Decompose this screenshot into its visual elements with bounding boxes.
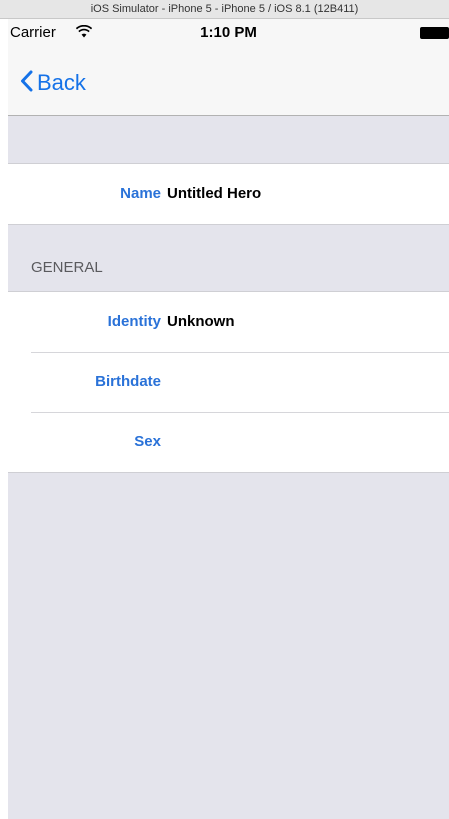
status-time: 1:10 PM (200, 24, 257, 41)
chevron-left-icon (20, 70, 33, 97)
name-label: Name (120, 185, 161, 202)
navigation-bar: Back (8, 45, 449, 116)
simulator-title-bar: iOS Simulator - iPhone 5 - iPhone 5 / iO… (0, 0, 449, 19)
back-button[interactable]: Back (20, 67, 86, 99)
identity-value: Unknown (167, 313, 235, 330)
identity-label: Identity (107, 313, 161, 330)
sex-label: Sex (134, 433, 161, 450)
name-value: Untitled Hero (167, 185, 262, 202)
birthdate-label: Birthdate (95, 373, 161, 390)
identity-row[interactable]: Identity Unknown (8, 292, 449, 352)
status-bar: Carrier 1:10 PM (8, 19, 449, 45)
battery-icon (420, 27, 449, 39)
window-title: iOS Simulator - iPhone 5 - iPhone 5 / iO… (90, 3, 359, 15)
sex-row[interactable]: Sex (8, 412, 449, 472)
simulator-window: iOS Simulator - iPhone 5 - iPhone 5 / iO… (0, 0, 449, 819)
device-screen: Carrier 1:10 PM Back Name Untitled Hero … (8, 19, 449, 819)
general-section: Identity Unknown Birthdate Sex (8, 291, 449, 473)
back-button-label: Back (37, 70, 86, 95)
name-section: Name Untitled Hero (8, 163, 449, 225)
general-section-header: GENERAL (31, 259, 103, 276)
birthdate-row[interactable]: Birthdate (8, 352, 449, 412)
name-row[interactable]: Name Untitled Hero (8, 164, 449, 224)
